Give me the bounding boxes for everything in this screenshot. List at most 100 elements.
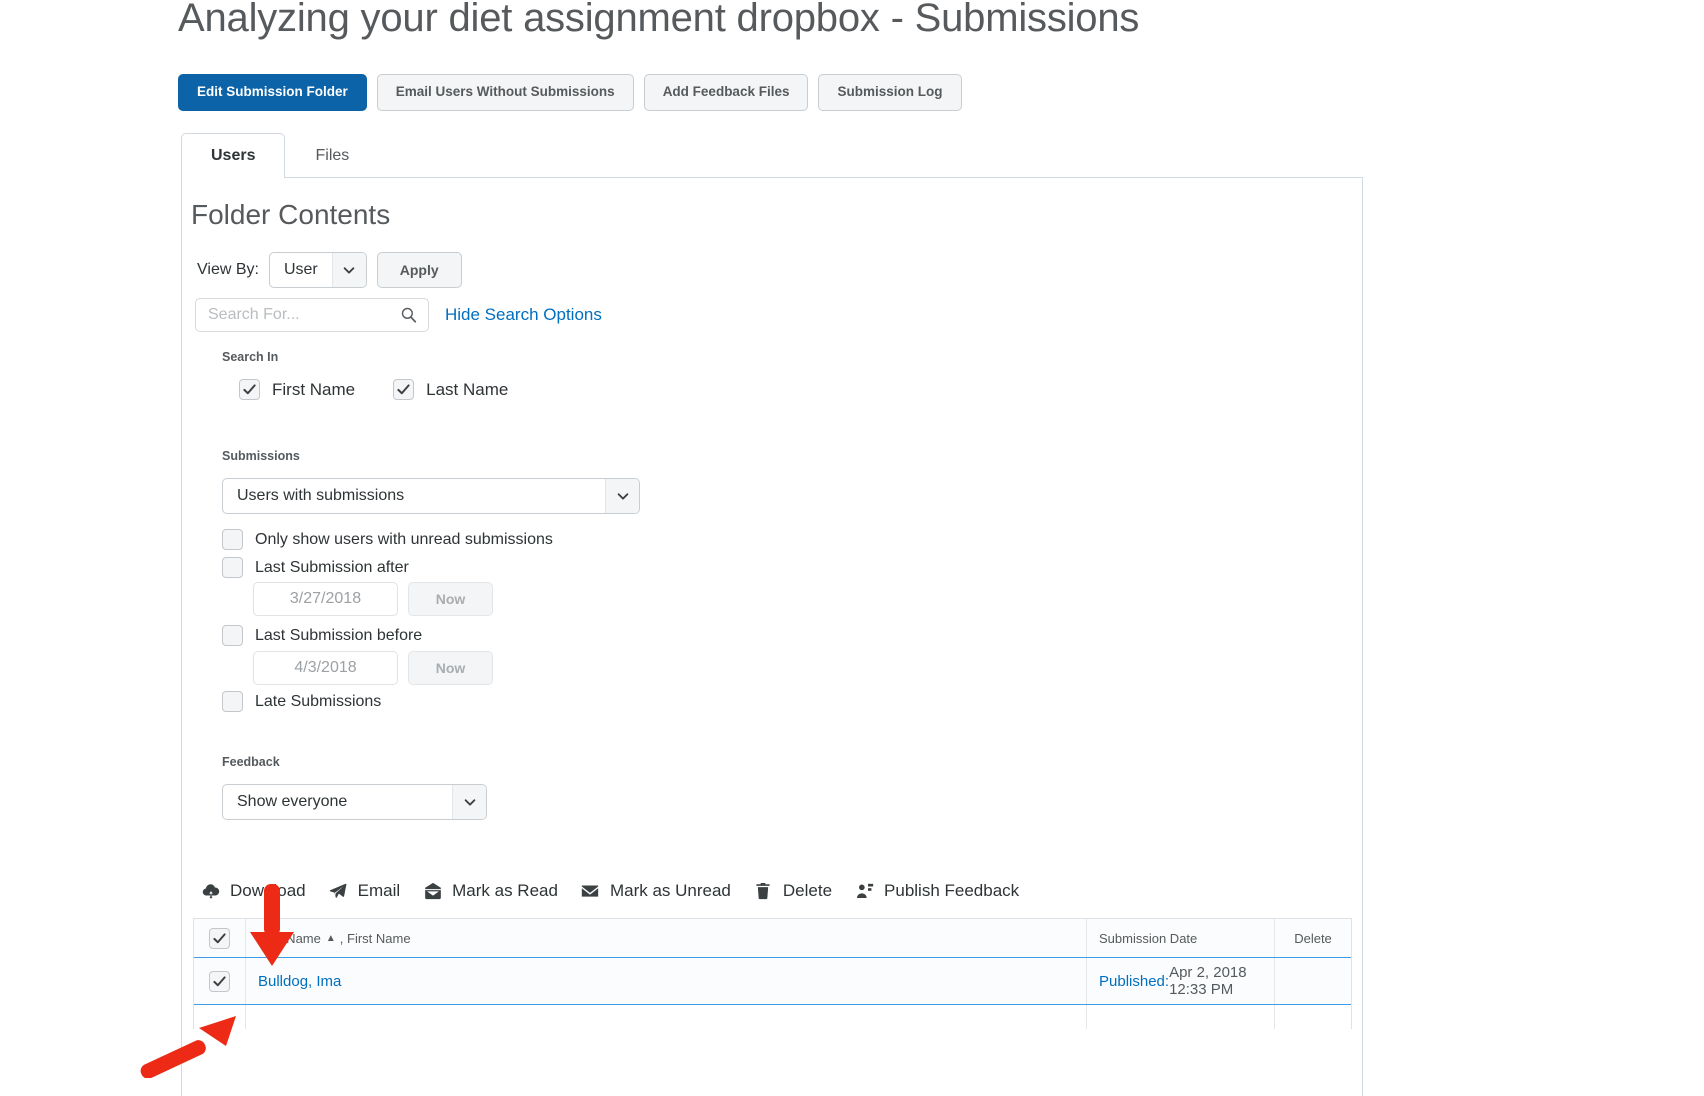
checkbox-first-name[interactable]: First Name [239, 379, 355, 400]
submissions-filter-select-wrap: Users with submissions [222, 478, 640, 514]
checkbox-last-submission-after[interactable]: Last Submission after [222, 557, 409, 578]
checkbox-icon[interactable] [222, 625, 243, 646]
search-in-label: Search In [222, 350, 278, 364]
checkbox-icon[interactable] [222, 557, 243, 578]
select-all-cell[interactable] [194, 919, 246, 957]
delete-label: Delete [783, 881, 832, 901]
mark-as-read-label: Mark as Read [452, 881, 558, 901]
table-row-partial [194, 1005, 1351, 1029]
row-name-cell [246, 1005, 1087, 1029]
envelope-icon [580, 881, 601, 902]
view-by-select[interactable]: User [269, 252, 367, 288]
row-delete-cell[interactable] [1275, 958, 1351, 1004]
search-row: Hide Search Options [195, 298, 602, 332]
chevron-down-icon [452, 785, 486, 819]
row-select-cell[interactable] [194, 958, 246, 1004]
date-after-now-button[interactable]: Now [408, 582, 493, 616]
column-header-delete[interactable]: Delete [1275, 919, 1351, 957]
bulk-action-toolbar: Download Email Mark as Read [200, 877, 1041, 905]
folder-contents-heading: Folder Contents [191, 199, 390, 231]
email-action[interactable]: Email [328, 881, 401, 902]
hide-search-options-link[interactable]: Hide Search Options [445, 305, 602, 325]
mark-as-read-action[interactable]: Mark as Read [422, 881, 558, 902]
chevron-down-icon [605, 479, 639, 513]
submission-log-button[interactable]: Submission Log [818, 74, 961, 111]
date-before-row: 4/3/2018 Now [253, 651, 493, 685]
select-all-checkbox[interactable] [209, 928, 230, 949]
sort-ascending-icon: ▲ [326, 933, 336, 944]
feedback-filter-select[interactable]: Show everyone [222, 784, 487, 820]
person-publish-icon [854, 881, 875, 902]
checkbox-label: Last Submission before [255, 627, 422, 645]
search-icon[interactable] [400, 306, 418, 324]
search-box[interactable] [195, 298, 429, 332]
row-submission-date-cell: Published:Apr 2, 2018 12:33 PM [1087, 958, 1275, 1004]
submissions-filter-value: Users with submissions [223, 479, 605, 513]
checkbox-last-submission-before[interactable]: Last Submission before [222, 625, 422, 646]
mark-as-unread-label: Mark as Unread [610, 881, 731, 901]
submissions-filter-select[interactable]: Users with submissions [222, 478, 640, 514]
delete-action[interactable]: Delete [753, 881, 832, 902]
date-before-now-button[interactable]: Now [408, 651, 493, 685]
checkbox-icon[interactable] [222, 691, 243, 712]
checkbox-label: Only show users with unread submissions [255, 531, 553, 549]
submission-date-value: Apr 2, 2018 12:33 PM [1169, 964, 1262, 998]
row-delete-cell [1275, 1005, 1351, 1029]
column-header-last-name: Last Name [258, 931, 321, 946]
view-by-value: User [270, 253, 332, 287]
checkbox-icon[interactable] [222, 529, 243, 550]
paper-plane-icon [328, 881, 349, 902]
tab-bar: Users Files [181, 133, 379, 177]
view-by-label: View By: [197, 261, 259, 279]
checkbox-icon[interactable] [393, 379, 414, 400]
download-action[interactable]: Download [200, 881, 306, 902]
checkbox-last-name[interactable]: Last Name [393, 379, 508, 400]
table-row[interactable]: Bulldog, Ima Published:Apr 2, 2018 12:33… [194, 957, 1351, 1005]
date-before-input[interactable]: 4/3/2018 [253, 651, 398, 685]
tab-users[interactable]: Users [181, 133, 285, 178]
column-header-name[interactable]: Last Name ▲ , First Name [246, 919, 1087, 957]
publish-feedback-label: Publish Feedback [884, 881, 1019, 901]
apply-button[interactable]: Apply [377, 252, 462, 288]
search-in-options: First Name Last Name [239, 379, 508, 400]
date-after-input[interactable]: 3/27/2018 [253, 582, 398, 616]
view-by-row: View By: User Apply [197, 252, 462, 288]
checkbox-label: First Name [272, 380, 355, 400]
checkbox-icon[interactable] [239, 379, 260, 400]
download-label: Download [230, 881, 306, 901]
envelope-open-icon [422, 881, 443, 902]
search-input[interactable] [196, 299, 428, 331]
column-header-first-name: , First Name [340, 931, 411, 946]
action-button-bar: Edit Submission Folder Email Users Witho… [178, 74, 962, 111]
download-cloud-icon [200, 881, 221, 902]
trash-icon [753, 881, 774, 902]
published-link[interactable]: Published: [1099, 973, 1169, 990]
checkbox-late-submissions[interactable]: Late Submissions [222, 691, 381, 712]
page-root: Analyzing your diet assignment dropbox -… [0, 0, 1704, 1096]
table-header-row: Last Name ▲ , First Name Submission Date… [194, 919, 1351, 957]
row-checkbox[interactable] [209, 971, 230, 992]
user-link[interactable]: Bulldog, Ima [258, 973, 341, 990]
row-submission-date-cell [1087, 1005, 1275, 1029]
mark-as-unread-action[interactable]: Mark as Unread [580, 881, 731, 902]
checkbox-only-unread[interactable]: Only show users with unread submissions [222, 529, 553, 550]
add-feedback-files-button[interactable]: Add Feedback Files [644, 74, 809, 111]
row-name-cell: Bulldog, Ima [246, 958, 1087, 1004]
submissions-label: Submissions [222, 449, 300, 463]
checkbox-label: Late Submissions [255, 693, 381, 711]
checkbox-label: Last Name [426, 380, 508, 400]
row-select-cell[interactable] [194, 1005, 246, 1029]
submissions-table: Last Name ▲ , First Name Submission Date… [193, 918, 1352, 1029]
page-title: Analyzing your diet assignment dropbox -… [178, 0, 1139, 41]
date-after-row: 3/27/2018 Now [253, 582, 493, 616]
feedback-label: Feedback [222, 755, 280, 769]
column-header-submission-date[interactable]: Submission Date [1087, 919, 1275, 957]
checkbox-label: Last Submission after [255, 559, 409, 577]
feedback-filter-select-wrap: Show everyone [222, 784, 487, 821]
feedback-filter-value: Show everyone [223, 785, 452, 819]
email-label: Email [358, 881, 401, 901]
edit-submission-folder-button[interactable]: Edit Submission Folder [178, 74, 367, 111]
tab-files[interactable]: Files [285, 133, 379, 177]
publish-feedback-action[interactable]: Publish Feedback [854, 881, 1019, 902]
email-users-without-submissions-button[interactable]: Email Users Without Submissions [377, 74, 634, 111]
